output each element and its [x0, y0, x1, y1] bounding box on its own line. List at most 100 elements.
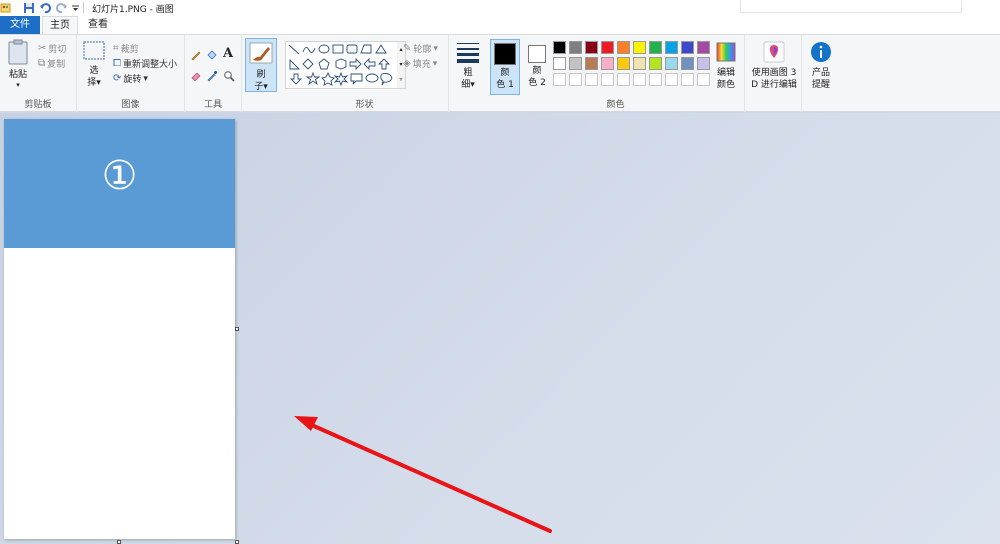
color1-label-1: 颜 [500, 68, 510, 78]
palette-custom-slot[interactable] [553, 73, 566, 86]
palette-custom-slot[interactable] [697, 73, 710, 86]
palette-custom-slot[interactable] [585, 73, 598, 86]
palette-custom-slot[interactable] [569, 73, 582, 86]
palette-color-swatch[interactable] [617, 57, 630, 70]
fill-button[interactable]: ◈ 填充 ▾ [403, 57, 437, 70]
palette-color-swatch[interactable] [697, 57, 710, 70]
palette-color-swatch[interactable] [569, 41, 582, 54]
paint-app-icon[interactable] [0, 1, 12, 15]
tools-group: A 工具 [185, 35, 242, 112]
color2-label-1: 颜 [532, 66, 542, 76]
title-search-box[interactable] [740, 0, 962, 13]
magnifier-icon[interactable] [223, 70, 235, 85]
select-label-1: 选 [89, 66, 99, 76]
palette-color-swatch[interactable] [649, 57, 662, 70]
palette-custom-slot[interactable] [649, 73, 662, 86]
palette-color-swatch[interactable] [601, 57, 614, 70]
palette-color-swatch[interactable] [633, 57, 646, 70]
select-button[interactable]: 选 择▾ [81, 41, 107, 89]
resize-button[interactable]: ⧠ 重新调整大小 [113, 57, 177, 70]
rotate-button[interactable]: ⟳ 旋转 ▾ [113, 72, 148, 85]
palette-custom-slot[interactable] [681, 73, 694, 86]
crop-label: 裁剪 [120, 45, 139, 55]
clipboard-group: 粘贴 ▾ ✂ 剪切 ⧉ 复制 剪贴板 [0, 35, 77, 112]
palette-color-swatch[interactable] [697, 41, 710, 54]
paste-button[interactable]: 粘贴 ▾ [4, 39, 32, 89]
customize-toolbar-icon[interactable] [71, 1, 79, 15]
image-group-label: 图像 [121, 100, 140, 110]
rotate-label: 旋转 [123, 75, 142, 85]
paste-label: 粘贴 [8, 70, 27, 80]
palette-color-swatch[interactable] [681, 57, 694, 70]
product-alerts-button[interactable]: 产品 提醒 [805, 41, 837, 91]
color1-button[interactable]: 颜 色 1 [490, 39, 520, 95]
title-bar: 幻灯片1.PNG - 画图 [0, 0, 1000, 16]
redo-icon[interactable] [55, 1, 68, 15]
palette-color-swatch[interactable] [665, 41, 678, 54]
copy-button[interactable]: ⧉ 复制 [38, 57, 65, 70]
edit-with-paint3d-button[interactable]: 使用画图 3 D 进行编辑 [747, 41, 801, 91]
canvas-area[interactable]: ① [0, 113, 1000, 544]
paint3d-icon [763, 41, 785, 63]
save-icon[interactable] [22, 1, 35, 15]
image-group: 选 择▾ ⌗ 裁剪 ⧠ 重新调整大小 ⟳ 旋转 ▾ 图像 [77, 35, 185, 112]
text-tool-icon[interactable]: A [223, 46, 233, 61]
tab-view[interactable]: 查看 [82, 16, 114, 34]
cut-button[interactable]: ✂ 剪切 [38, 42, 66, 55]
edit-colors-label-2: 颜色 [716, 80, 735, 90]
shapes-gallery-icons [288, 44, 393, 87]
ribbon: 粘贴 ▾ ✂ 剪切 ⧉ 复制 剪贴板 选 择▾ ⌗ 裁剪 ⧠ 重新调整大小 ⟳ … [0, 34, 1000, 112]
palette-custom-slot[interactable] [633, 73, 646, 86]
size-button[interactable]: 粗 细▾ [453, 41, 483, 91]
outline-button[interactable]: ✎ 轮廓 ▾ [403, 42, 438, 55]
palette-color-swatch[interactable] [681, 41, 694, 54]
colors-group: 颜 色 1 颜 色 2 编辑 颜色 颜色 [487, 35, 745, 112]
outline-brush-icon: ✎ [403, 43, 412, 54]
fill-dropdown-icon: ▾ [432, 58, 438, 69]
palette-color-swatch[interactable] [633, 41, 646, 54]
arrow-shaft [303, 420, 552, 533]
brushes-group: 刷 子▾ [242, 35, 280, 112]
color-picker-icon[interactable] [206, 70, 218, 85]
window-title: 幻灯片1.PNG - 画图 [92, 5, 174, 15]
palette-color-swatch[interactable] [585, 57, 598, 70]
palette-color-swatch[interactable] [569, 57, 582, 70]
undo-icon[interactable] [38, 1, 51, 15]
gallery-expand-icon[interactable]: ▿ [397, 72, 405, 87]
palette-custom-slot[interactable] [617, 73, 630, 86]
brushes-label-2: 子▾ [254, 82, 268, 92]
color2-swatch [528, 45, 546, 63]
pencil-icon[interactable] [190, 49, 202, 64]
crop-icon: ⌗ [113, 43, 119, 54]
clipboard-icon [8, 39, 28, 65]
palette-color-swatch[interactable] [617, 41, 630, 54]
color2-button[interactable]: 颜 色 2 [523, 39, 551, 95]
paint3d-label-1: 使用画图 3 [751, 68, 797, 78]
eraser-icon[interactable] [190, 70, 202, 85]
copy-icon: ⧉ [38, 58, 46, 69]
crop-button[interactable]: ⌗ 裁剪 [113, 42, 139, 55]
edit-colors-label-1: 编辑 [716, 68, 735, 78]
color2-label-2: 色 2 [528, 78, 546, 88]
palette-color-swatch[interactable] [553, 57, 566, 70]
ribbon-tab-bar: 文件 主页 查看 [0, 16, 1000, 34]
brushes-button[interactable]: 刷 子▾ [245, 38, 277, 92]
rainbow-palette-icon [716, 42, 736, 62]
product-alerts-label-2: 提醒 [811, 80, 830, 90]
arrow-head [294, 416, 318, 431]
palette-color-swatch[interactable] [553, 41, 566, 54]
palette-color-swatch[interactable] [665, 57, 678, 70]
palette-custom-slot[interactable] [665, 73, 678, 86]
palette-color-swatch[interactable] [649, 41, 662, 54]
tab-home[interactable]: 主页 [42, 16, 78, 34]
shapes-gallery[interactable] [285, 41, 399, 89]
size-group: 粗 细▾ [449, 35, 487, 112]
edit-colors-button[interactable]: 编辑 颜色 [711, 41, 741, 91]
size-label-2: 细▾ [461, 80, 475, 90]
fill-bucket-icon[interactable] [206, 49, 218, 64]
palette-color-swatch[interactable] [601, 41, 614, 54]
line-size-icon [457, 43, 479, 63]
palette-custom-slot[interactable] [601, 73, 614, 86]
palette-color-swatch[interactable] [585, 41, 598, 54]
tab-file[interactable]: 文件 [0, 16, 40, 34]
